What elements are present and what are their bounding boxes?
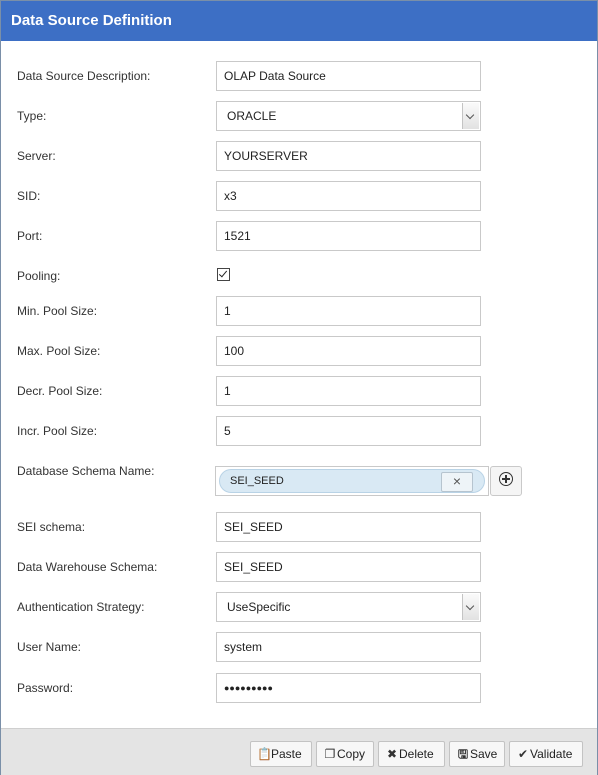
pooling-row: Pooling: [1, 261, 597, 291]
validate-button[interactable]: ✔ Validate [509, 741, 583, 767]
min-pool-label: Min. Pool Size: [17, 304, 98, 318]
sei-schema-row: SEI schema: SEI_SEED [1, 512, 597, 542]
port-label: Port: [17, 229, 43, 243]
close-icon: ✖ [386, 747, 398, 761]
description-label: Data Source Description: [17, 69, 151, 83]
plus-circle-icon [499, 472, 513, 486]
sid-row: SID: x3 [1, 181, 597, 211]
min-pool-input[interactable]: 1 [216, 296, 481, 326]
add-schema-button[interactable] [490, 466, 522, 496]
decr-pool-input[interactable]: 1 [216, 376, 481, 406]
server-input[interactable]: YOURSERVER [216, 141, 481, 171]
sid-label: SID: [17, 189, 41, 203]
sei-schema-label: SEI schema: [17, 520, 86, 534]
type-label: Type: [17, 109, 47, 123]
dialog-title: Data Source Definition [1, 1, 597, 41]
description-row: Data Source Description: OLAP Data Sourc… [1, 61, 597, 91]
dw-schema-row: Data Warehouse Schema: SEI_SEED [1, 552, 597, 582]
schema-tag: SEI_SEED × [219, 469, 485, 493]
incr-pool-row: Incr. Pool Size: 5 [1, 416, 597, 446]
server-label: Server: [17, 149, 56, 163]
db-schema-label: Database Schema Name: [17, 464, 155, 478]
copy-icon: ❐ [324, 747, 336, 761]
pooling-label: Pooling: [17, 269, 61, 283]
data-source-dialog: Data Source Definition Data Source Descr… [0, 0, 598, 775]
copy-button[interactable]: ❐ Copy [316, 741, 374, 767]
decr-pool-row: Decr. Pool Size: 1 [1, 376, 597, 406]
server-row: Server: YOURSERVER [1, 141, 597, 171]
auth-row: Authentication Strategy: UseSpecific [1, 592, 597, 622]
floppy-icon: 🖫 [457, 747, 469, 761]
clipboard-icon: 📋 [257, 747, 272, 761]
password-row: Password: ●●●●●●●●● [1, 673, 597, 703]
auth-label: Authentication Strategy: [17, 600, 145, 614]
type-row: Type: ORACLE [1, 101, 597, 131]
save-button[interactable]: 🖫 Save [449, 741, 505, 767]
chevron-down-icon[interactable] [462, 594, 479, 620]
max-pool-row: Max. Pool Size: 100 [1, 336, 597, 366]
sid-input[interactable]: x3 [216, 181, 481, 211]
dialog-footer: 📋Paste ❐ Copy ✖ Delete 🖫 Save ✔ Validate [1, 728, 597, 775]
max-pool-input[interactable]: 100 [216, 336, 481, 366]
user-label: User Name: [17, 640, 82, 654]
password-input[interactable]: ●●●●●●●●● [216, 673, 481, 703]
password-label: Password: [17, 681, 74, 695]
schema-tag-label: SEI_SEED [230, 475, 284, 487]
incr-pool-input[interactable]: 5 [216, 416, 481, 446]
sei-schema-input[interactable]: SEI_SEED [216, 512, 481, 542]
min-pool-row: Min. Pool Size: 1 [1, 296, 597, 326]
decr-pool-label: Decr. Pool Size: [17, 384, 103, 398]
description-input[interactable]: OLAP Data Source [216, 61, 481, 91]
auth-select[interactable]: UseSpecific [216, 592, 481, 622]
port-input[interactable]: 1521 [216, 221, 481, 251]
max-pool-label: Max. Pool Size: [17, 344, 101, 358]
type-select[interactable]: ORACLE [216, 101, 481, 131]
db-schema-row: Database Schema Name: SEI_SEED × [1, 456, 597, 496]
paste-button[interactable]: 📋Paste [250, 741, 312, 767]
chevron-down-icon[interactable] [462, 103, 479, 129]
incr-pool-label: Incr. Pool Size: [17, 424, 98, 438]
delete-button[interactable]: ✖ Delete [378, 741, 445, 767]
dw-schema-input[interactable]: SEI_SEED [216, 552, 481, 582]
check-icon: ✔ [517, 747, 529, 761]
pooling-checkbox[interactable] [217, 268, 230, 281]
db-schema-tag-input[interactable]: SEI_SEED × [215, 466, 489, 496]
user-input[interactable]: system [216, 632, 481, 662]
dw-schema-label: Data Warehouse Schema: [17, 560, 158, 574]
remove-tag-icon[interactable]: × [441, 472, 473, 492]
port-row: Port: 1521 [1, 221, 597, 251]
user-row: User Name: system [1, 632, 597, 662]
